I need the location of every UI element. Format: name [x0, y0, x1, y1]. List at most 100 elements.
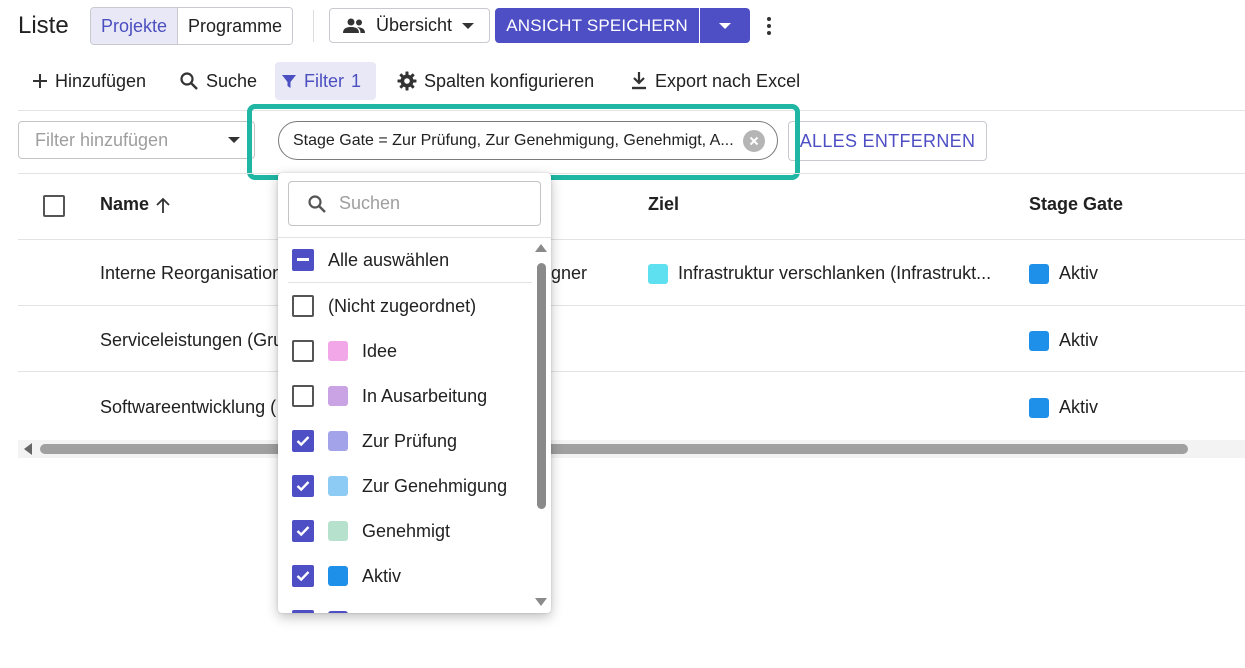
option-label: Idee	[362, 340, 398, 361]
stage-label: Aktiv	[1059, 263, 1099, 283]
option-color-swatch	[328, 431, 348, 451]
option-idee[interactable]: Idee	[292, 332, 397, 370]
highlight-box	[247, 104, 800, 180]
option-select-all[interactable]: Alle auswählen	[292, 241, 449, 279]
table-row-divider	[18, 371, 1245, 372]
save-view-menu-button[interactable]	[700, 8, 750, 43]
select-all-rows-checkbox[interactable]	[43, 195, 65, 217]
add-filter-select[interactable]: Filter hinzufügen	[18, 121, 255, 159]
option-label: Zur Prüfung	[362, 430, 458, 451]
option-label: In Ausarbeitung	[362, 385, 488, 406]
option-color-swatch	[328, 476, 348, 496]
option-label: Zur Genehmigung	[362, 475, 508, 496]
popover-divider	[288, 282, 532, 283]
remove-all-filters-button[interactable]: ALLES ENTFERNEN	[788, 121, 987, 161]
popover-scrollbar-thumb[interactable]	[537, 263, 546, 509]
page-title: Liste	[18, 12, 69, 39]
option-color-swatch	[328, 566, 348, 586]
checkmark-icon	[296, 481, 310, 492]
configure-columns-button[interactable]: Spalten konfigurieren	[391, 62, 600, 100]
table-row-ziel: Infrastruktur verschlanken (Infrastrukt.…	[648, 263, 991, 284]
column-header-name[interactable]: Name	[100, 194, 171, 215]
search-button[interactable]: Suche	[173, 62, 263, 100]
popover-divider	[278, 237, 551, 238]
option-label: Aktiv	[362, 565, 402, 586]
option-in-ausarbeitung[interactable]: In Ausarbeitung	[292, 377, 487, 415]
gear-icon	[397, 71, 417, 91]
export-excel-label: Export nach Excel	[655, 70, 801, 91]
chevron-down-icon	[719, 22, 731, 29]
popover-search-placeholder: Suchen	[339, 193, 401, 213]
option-label: Alle auswählen	[328, 249, 450, 270]
filter-button-label: Filter	[304, 70, 344, 91]
add-button[interactable]: Hinzufügen	[26, 62, 152, 100]
option-checkbox-checked[interactable]	[292, 610, 314, 613]
table-row-name[interactable]: Interne Reorganisation	[100, 263, 282, 284]
option-checkbox-checked[interactable]	[292, 430, 314, 452]
header-divider	[313, 10, 314, 42]
option-aktiv[interactable]: Aktiv	[292, 557, 401, 595]
segment-projekte[interactable]: Projekte	[91, 8, 178, 44]
save-view-button[interactable]: ANSICHT SPEICHERN	[495, 8, 699, 43]
checkmark-icon	[296, 436, 310, 447]
stage-color-swatch	[1029, 397, 1049, 418]
option-color-swatch	[328, 341, 348, 361]
chevron-down-icon	[462, 22, 475, 29]
search-icon	[180, 72, 198, 90]
segment-programme[interactable]: Programme	[177, 8, 293, 44]
stage-gate-filter-popover: Suchen Alle auswählen (Nicht zugeordnet)…	[278, 173, 551, 613]
view-select[interactable]: Übersicht	[329, 8, 490, 43]
checkmark-icon	[296, 571, 310, 582]
table-row-owner: gner	[551, 263, 588, 283]
stage-color-swatch	[1029, 263, 1049, 284]
sort-ascending-icon	[156, 197, 170, 213]
table-row-name[interactable]: Softwareentwicklung (	[100, 397, 276, 418]
option-checkbox-checked[interactable]	[292, 565, 314, 587]
option-checkbox[interactable]	[292, 340, 314, 362]
ziel-label: Infrastruktur verschlanken (Infrastrukt.…	[678, 263, 992, 283]
stage-label: Aktiv	[1059, 397, 1099, 417]
option-color-swatch	[328, 386, 348, 406]
search-icon	[308, 194, 326, 213]
column-header-ziel[interactable]: Ziel	[648, 194, 679, 215]
table-row-name[interactable]: Serviceleistungen (Gru	[100, 330, 283, 351]
stage-color-swatch	[1029, 330, 1049, 351]
table-row-stage: Aktiv	[1029, 263, 1098, 284]
option-next-partial[interactable]	[292, 602, 348, 613]
export-excel-button[interactable]: Export nach Excel	[624, 62, 806, 100]
popover-search-input[interactable]: Suchen	[288, 181, 541, 226]
more-options-icon[interactable]	[760, 12, 778, 40]
column-header-stage-gate[interactable]: Stage Gate	[1029, 194, 1123, 215]
option-checkbox-checked[interactable]	[292, 475, 314, 497]
ziel-color-swatch	[648, 263, 668, 284]
option-checkbox[interactable]	[292, 385, 314, 407]
filter-button[interactable]: Filter 1	[275, 62, 376, 100]
column-header-name-label: Name	[100, 194, 150, 214]
option-color-swatch	[328, 611, 348, 613]
option-checkbox[interactable]	[292, 295, 314, 317]
add-filter-placeholder: Filter hinzufügen	[35, 129, 169, 150]
option-genehmigt[interactable]: Genehmigt	[292, 512, 450, 550]
checkmark-icon	[296, 526, 310, 537]
filter-count-badge: 1	[351, 70, 362, 91]
scroll-down-icon[interactable]	[535, 598, 547, 606]
entity-segmented-control: Projekte Programme	[90, 7, 294, 45]
table-row-divider	[18, 305, 1245, 306]
table-row-stage: Aktiv	[1029, 397, 1098, 418]
option-color-swatch	[328, 521, 348, 541]
stage-label: Aktiv	[1059, 330, 1099, 350]
view-select-label: Übersicht	[376, 15, 453, 35]
people-icon	[343, 18, 365, 33]
table-row-divider	[18, 239, 1245, 240]
option-checkbox-checked[interactable]	[292, 520, 314, 542]
option-zur-genehmigung[interactable]: Zur Genehmigung	[292, 467, 507, 505]
indeterminate-checkbox[interactable]	[292, 249, 314, 271]
option-nicht-zugeordnet[interactable]: (Nicht zugeordnet)	[292, 287, 476, 325]
scroll-up-icon[interactable]	[535, 244, 547, 252]
horizontal-scrollbar-thumb[interactable]	[40, 444, 1188, 454]
scroll-left-icon[interactable]	[24, 443, 32, 455]
configure-columns-label: Spalten konfigurieren	[424, 70, 595, 91]
plus-icon	[33, 74, 47, 88]
option-zur-pruefung[interactable]: Zur Prüfung	[292, 422, 457, 460]
option-label: Genehmigt	[362, 520, 451, 541]
